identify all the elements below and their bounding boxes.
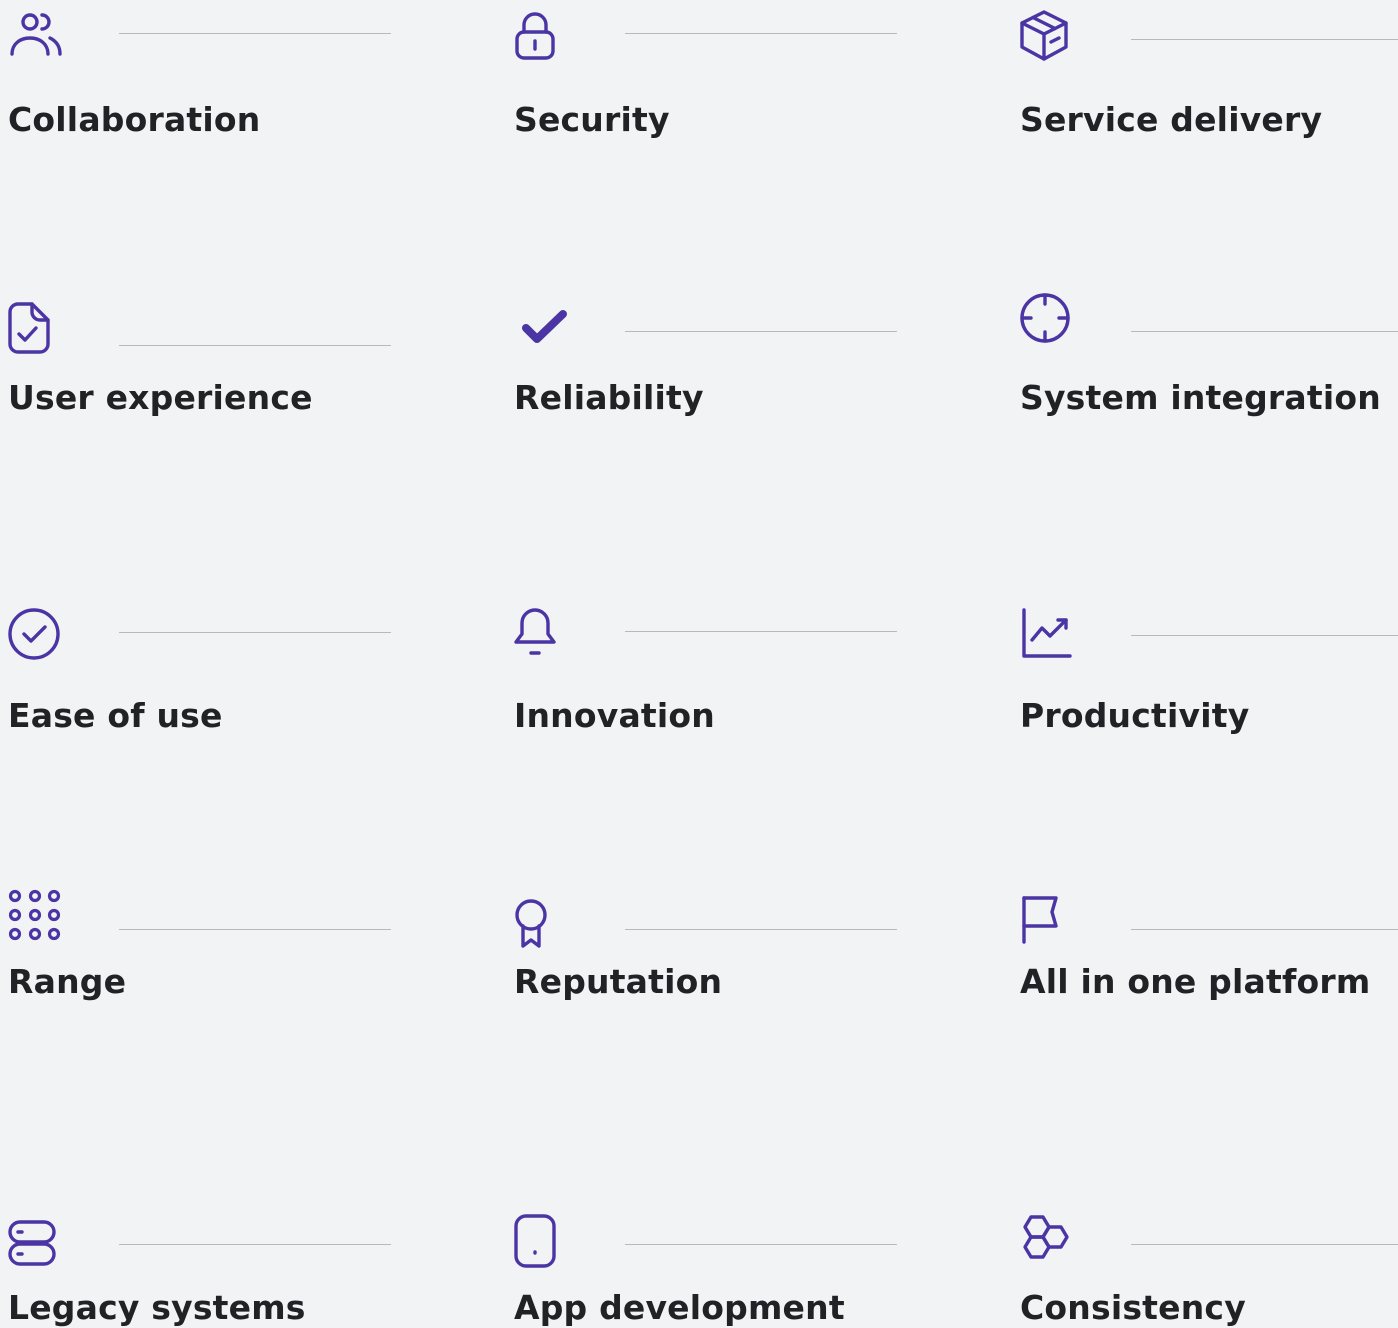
feature-label: Legacy systems (8, 1288, 306, 1327)
divider-line (1131, 635, 1398, 636)
feature-label: Collaboration (8, 100, 261, 139)
divider-line (625, 929, 897, 930)
feature-label: User experience (8, 378, 313, 417)
feature-label: Productivity (1020, 696, 1250, 735)
divider-line (119, 1244, 391, 1245)
file-check-icon (8, 302, 64, 358)
feature-label: Innovation (514, 696, 715, 735)
feature-label: Security (514, 100, 670, 139)
feature-label: System integration (1020, 378, 1381, 417)
feature-label: Service delivery (1020, 100, 1323, 139)
flag-icon (1020, 892, 1076, 948)
divider-line (625, 1244, 897, 1245)
feature-label: Reputation (514, 962, 723, 1001)
divider-line (1131, 1244, 1398, 1245)
crosshair-icon (1020, 290, 1076, 346)
users-icon (8, 10, 64, 66)
features-grid: Collaboration Security Service delivery (0, 0, 1398, 1328)
divider-line (1131, 39, 1398, 40)
package-icon (1020, 10, 1076, 66)
feature-label: Ease of use (8, 696, 223, 735)
divider-line (119, 929, 391, 930)
divider-line (625, 631, 897, 632)
feature-label: Range (8, 962, 127, 1001)
server-icon (8, 1218, 64, 1274)
feature-label: All in one platform (1020, 962, 1371, 1001)
divider-line (119, 33, 391, 34)
dots-grid-icon (8, 888, 64, 944)
chart-line-icon (1020, 606, 1076, 662)
bell-icon (514, 606, 570, 662)
divider-line (1131, 331, 1398, 332)
checkmark-icon (514, 302, 570, 358)
mobile-icon (514, 1214, 570, 1270)
divider-line (119, 632, 391, 633)
divider-line (1131, 929, 1398, 930)
circle-check-icon (8, 606, 64, 662)
hexagons-icon (1020, 1214, 1076, 1270)
divider-line (625, 331, 897, 332)
feature-label: Consistency (1020, 1288, 1246, 1327)
award-icon (514, 898, 570, 954)
feature-label: Reliability (514, 378, 704, 417)
divider-line (119, 345, 391, 346)
divider-line (625, 33, 897, 34)
lock-icon (514, 10, 570, 66)
feature-label: App development (514, 1288, 845, 1327)
